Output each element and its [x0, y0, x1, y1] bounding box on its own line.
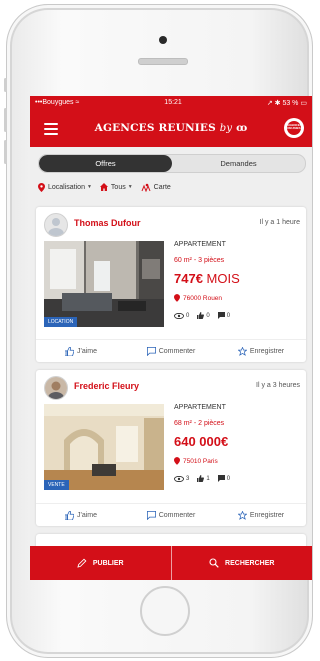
thumb-up-icon	[197, 312, 205, 319]
home-button[interactable]	[140, 586, 190, 636]
comment-icon	[146, 346, 156, 356]
chevron-down-icon: ▼	[86, 184, 92, 190]
listing-card[interactable]: Frederic Fleury Il y a 3 heures VENTE AP…	[36, 370, 306, 526]
carrier-label: •••Bouygues ≈	[35, 99, 80, 106]
listing-actions: J'aime Commenter Enregistrer	[36, 339, 306, 362]
agency-badge-icon[interactable]: AGENCES REUNIES	[284, 118, 304, 138]
listing-header: Thomas Dufour Il y a 1 heure	[36, 207, 306, 237]
battery-indicator: ↗ ✱ 53 % ▭	[266, 99, 307, 107]
brand-logo: AGENCES REUNIES by ꝏ	[94, 122, 248, 134]
views-count: 3	[174, 475, 189, 482]
earpiece-speaker	[138, 58, 188, 65]
comment-button[interactable]: Commenter	[126, 504, 216, 526]
thumb-up-icon	[64, 510, 74, 520]
type-filter-label: Tous	[110, 183, 126, 191]
save-button[interactable]: Enregistrer	[216, 340, 306, 362]
volume-up-button	[4, 108, 7, 132]
eye-icon	[174, 312, 184, 319]
search-button[interactable]: RECHERCHER	[170, 546, 313, 580]
property-type: APPARTEMENT	[174, 241, 226, 248]
bottom-action-bar: PUBLIER RECHERCHER	[30, 546, 312, 580]
listing-header: Frederic Fleury Il y a 3 heures	[36, 370, 306, 400]
author-name[interactable]: Frederic Fleury	[74, 381, 139, 391]
pencil-icon	[77, 558, 87, 568]
status-bar: •••Bouygues ≈ 15:21 ↗ ✱ 53 % ▭	[30, 96, 312, 109]
like-button[interactable]: J'aime	[36, 504, 126, 526]
location-pin-icon	[38, 182, 45, 192]
listing-stats: 0 0 0	[174, 312, 240, 319]
comment-icon	[146, 510, 156, 520]
transaction-tag: VENTE	[44, 480, 69, 490]
listing-info: APPARTEMENT 60 m² - 3 pièces 747€ MOIS 7…	[174, 241, 240, 319]
listing-card[interactable]: Thomas Dufour Il y a 1 heure LOCATION AP…	[36, 207, 306, 362]
tab-requests[interactable]: Demandes	[172, 155, 305, 172]
comment-button[interactable]: Commenter	[126, 340, 216, 362]
views-count: 0	[174, 312, 189, 319]
thumb-up-icon	[197, 475, 205, 482]
tab-offers[interactable]: Offres	[39, 155, 172, 172]
listing-actions: J'aime Commenter Enregistrer	[36, 503, 306, 526]
comments-count: 0	[217, 312, 230, 319]
post-time: Il y a 1 heure	[259, 219, 300, 226]
map-toggle[interactable]: Carte	[141, 183, 171, 192]
city: 76000 Rouen	[174, 294, 240, 302]
property-type: APPARTEMENT	[174, 404, 226, 411]
map-label: Carte	[153, 183, 171, 191]
star-icon	[237, 346, 247, 356]
price: 747€ MOIS	[174, 271, 240, 286]
price: 640 000€	[174, 434, 229, 449]
listing-photo[interactable]: LOCATION	[44, 241, 164, 327]
like-button[interactable]: J'aime	[36, 340, 126, 362]
comment-icon	[217, 475, 225, 482]
author-name[interactable]: Thomas Dufour	[74, 218, 141, 228]
likes-count: 1	[197, 475, 210, 482]
location-pin-icon	[174, 294, 180, 302]
app-header: AGENCES REUNIES by ꝏ AGENCES REUNIES	[30, 109, 312, 147]
eye-icon	[174, 475, 184, 482]
home-icon	[99, 183, 108, 191]
offers-requests-toggle: Offres Demandes	[38, 154, 306, 173]
thumb-up-icon	[64, 346, 74, 356]
listing-stats: 3 1 0	[174, 475, 238, 482]
type-filter[interactable]: Tous ▼	[99, 183, 133, 191]
clock: 15:21	[164, 99, 182, 106]
mute-switch	[4, 78, 7, 92]
post-time: Il y a 3 heures	[256, 382, 300, 389]
transaction-tag: LOCATION	[44, 317, 78, 327]
location-filter[interactable]: Localisation ▼	[38, 182, 92, 192]
chevron-down-icon: ▼	[127, 184, 133, 190]
front-camera	[159, 36, 167, 44]
listing-photo[interactable]: VENTE	[44, 404, 164, 490]
filter-bar: Localisation ▼ Tous ▼ Carte	[38, 181, 179, 193]
city: 75010 Paris	[174, 457, 238, 465]
avatar[interactable]	[44, 213, 68, 237]
surface-rooms: 68 m² - 2 pièces	[174, 420, 225, 427]
star-icon	[237, 510, 247, 520]
location-filter-label: Localisation	[48, 183, 85, 191]
avatar[interactable]	[44, 376, 68, 400]
comment-icon	[217, 312, 225, 319]
likes-count: 0	[197, 312, 210, 319]
app-screen: •••Bouygues ≈ 15:21 ↗ ✱ 53 % ▭ AGENCES R…	[30, 96, 312, 580]
save-button[interactable]: Enregistrer	[216, 504, 306, 526]
surface-rooms: 60 m² - 3 pièces	[174, 257, 225, 264]
comments-count: 0	[217, 475, 230, 482]
volume-down-button	[4, 140, 7, 164]
publish-button[interactable]: PUBLIER	[30, 546, 171, 580]
map-icon	[141, 183, 151, 192]
search-icon	[209, 558, 219, 568]
location-pin-icon	[174, 457, 180, 465]
listing-info: APPARTEMENT 68 m² - 2 pièces 640 000€ 75…	[174, 404, 238, 482]
